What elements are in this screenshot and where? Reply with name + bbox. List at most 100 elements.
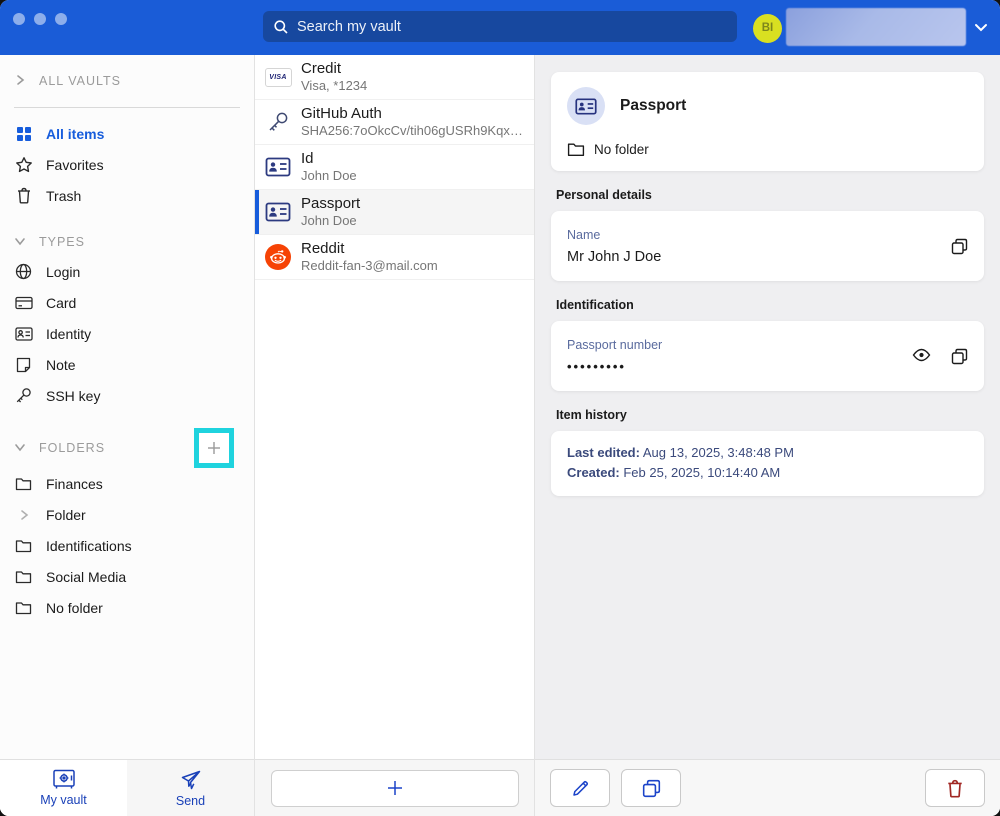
sidebar-folder-identifications[interactable]: Identifications <box>0 530 254 561</box>
sidebar-item-trash[interactable]: Trash <box>0 180 254 211</box>
sidebar-item-label: Identifications <box>46 538 132 554</box>
item-history-card: Last edited: Aug 13, 2025, 3:48:48 PM Cr… <box>551 431 984 496</box>
item-title: Credit <box>301 60 367 79</box>
sidebar-item-ssh-key[interactable]: SSH key <box>0 380 254 411</box>
avatar[interactable]: BI <box>753 14 782 43</box>
folders-header-label: FOLDERS <box>39 441 105 455</box>
sidebar-item-label: Identity <box>46 326 91 342</box>
item-title: GitHub Auth <box>301 105 524 124</box>
item-subtitle: SHA256:7oOkcCv/tih06gUSRh9Kqxp9W... <box>301 123 524 139</box>
folder-icon <box>14 539 33 553</box>
item-subtitle: Reddit-fan-3@mail.com <box>301 258 438 274</box>
credit-card-icon <box>14 296 33 310</box>
sidebar-item-label: No folder <box>46 600 103 616</box>
sidebar-item-all-items[interactable]: All items <box>0 118 254 149</box>
list-bottom-bar <box>255 759 534 816</box>
delete-item-button[interactable] <box>925 769 985 807</box>
clone-item-button[interactable] <box>621 769 681 807</box>
item-title: Id <box>301 150 357 169</box>
item-details-panel: Passport No folder Personal details Name… <box>535 55 1000 816</box>
list-item-github-auth[interactable]: GitHub Auth SHA256:7oOkcCv/tih06gUSRh9Kq… <box>255 100 534 145</box>
all-vaults-label: ALL VAULTS <box>39 74 121 88</box>
app-window: BI ALL VAULTS All items Favorites <box>0 0 1000 816</box>
sidebar-item-card[interactable]: Card <box>0 287 254 318</box>
pencil-icon <box>571 779 590 798</box>
item-subtitle: Visa, *1234 <box>301 78 367 94</box>
id-card-icon <box>265 157 291 177</box>
passport-number-field-card: Passport number ••••••••• <box>551 321 984 391</box>
sidebar-folder-no-folder[interactable]: No folder <box>0 592 254 623</box>
folder-icon <box>567 142 585 157</box>
copy-icon <box>642 779 661 798</box>
sidebar-item-note[interactable]: Note <box>0 349 254 380</box>
copy-icon <box>951 348 968 365</box>
list-item-reddit[interactable]: Reddit Reddit-fan-3@mail.com <box>255 235 534 280</box>
account-menu[interactable]: BI <box>753 8 992 46</box>
list-item-id[interactable]: Id John Doe <box>255 145 534 190</box>
sidebar-item-label: Finances <box>46 476 103 492</box>
plus-icon <box>385 778 405 798</box>
list-item-credit[interactable]: VISA Credit Visa, *1234 <box>255 55 534 100</box>
close-window-button[interactable] <box>13 13 25 25</box>
search-icon <box>273 19 289 35</box>
sidebar-item-label: Folder <box>46 507 86 523</box>
list-item-passport[interactable]: Passport John Doe <box>255 190 534 235</box>
field-label: Passport number <box>567 338 912 352</box>
search-box[interactable] <box>263 11 737 42</box>
sidebar-item-label: Note <box>46 357 76 373</box>
item-type-badge <box>567 87 605 125</box>
folders-toggle[interactable]: FOLDERS <box>0 428 254 468</box>
key-icon <box>266 110 290 134</box>
item-title: Passport <box>620 97 686 115</box>
types-toggle[interactable]: TYPES <box>0 228 254 256</box>
search-input[interactable] <box>297 19 727 35</box>
sidebar-item-login[interactable]: Login <box>0 256 254 287</box>
zoom-window-button[interactable] <box>55 13 67 25</box>
visa-icon: VISA <box>265 68 292 87</box>
copy-passport-number-button[interactable] <box>951 348 968 365</box>
sidebar-folder-social-media[interactable]: Social Media <box>0 561 254 592</box>
trash-icon <box>14 187 33 204</box>
all-vaults-toggle[interactable]: ALL VAULTS <box>0 67 254 95</box>
section-heading-item-history: Item history <box>556 408 984 422</box>
item-title: Passport <box>301 195 360 214</box>
add-item-button[interactable] <box>271 770 519 807</box>
types-header-label: TYPES <box>39 235 85 249</box>
name-field-card: Name Mr John J Doe <box>551 211 984 281</box>
folder-icon <box>14 601 33 615</box>
paper-plane-icon <box>180 769 202 791</box>
item-subtitle: John Doe <box>301 213 360 229</box>
sidebar-bottom-nav: My vault Send <box>0 759 254 816</box>
sidebar-divider <box>14 107 240 108</box>
id-card-icon <box>14 327 33 341</box>
tab-my-vault[interactable]: My vault <box>0 760 127 816</box>
chevron-down-icon <box>974 22 988 32</box>
sidebar-item-favorites[interactable]: Favorites <box>0 149 254 180</box>
chevron-down-icon <box>14 235 26 250</box>
details-action-bar <box>535 759 1000 816</box>
sidebar-folder-folder[interactable]: Folder <box>0 499 254 530</box>
sidebar-folder-finances[interactable]: Finances <box>0 468 254 499</box>
globe-icon <box>14 263 33 280</box>
toggle-visibility-button[interactable] <box>912 348 931 365</box>
chevron-right-icon <box>14 74 26 89</box>
folder-icon <box>14 477 33 491</box>
id-card-icon <box>265 202 291 222</box>
copy-name-button[interactable] <box>951 238 968 255</box>
edit-item-button[interactable] <box>550 769 610 807</box>
item-folder-label: No folder <box>594 142 649 157</box>
field-value: Mr John J Doe <box>567 249 951 265</box>
sidebar-item-label: Trash <box>46 188 81 204</box>
sidebar-item-label: Card <box>46 295 76 311</box>
copy-icon <box>951 238 968 255</box>
history-created: Created: Feb 25, 2025, 10:14:40 AM <box>567 463 968 483</box>
note-icon <box>14 357 33 373</box>
eye-icon <box>912 348 931 362</box>
tab-label: My vault <box>40 793 87 807</box>
tab-send[interactable]: Send <box>127 760 254 816</box>
vault-icon <box>52 769 76 790</box>
item-header-card: Passport No folder <box>551 72 984 171</box>
field-value-masked: ••••••••• <box>567 359 912 374</box>
sidebar-item-identity[interactable]: Identity <box>0 318 254 349</box>
minimize-window-button[interactable] <box>34 13 46 25</box>
